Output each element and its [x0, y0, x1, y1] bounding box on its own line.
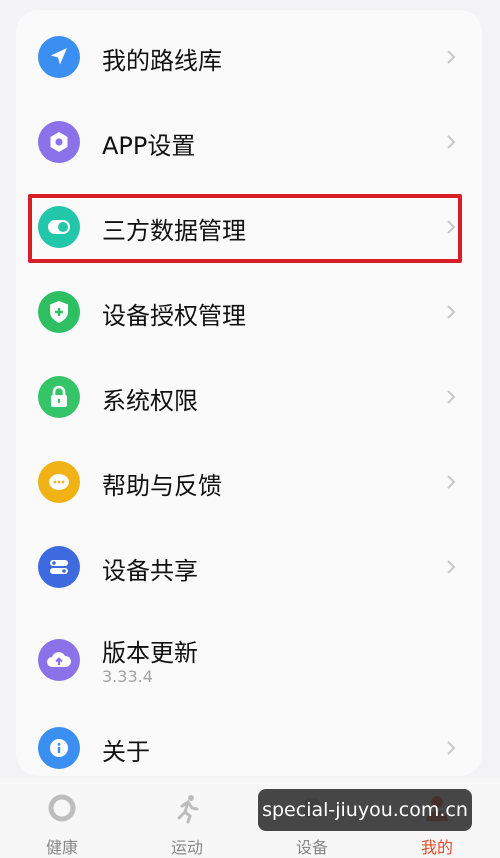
menu-item-label: 版本更新: [102, 639, 198, 667]
menu-item-device-authorization[interactable]: 设备授权管理: [16, 270, 482, 354]
chat-bubble-icon: [38, 461, 80, 503]
chevron-right-icon: [442, 388, 460, 406]
settings-menu-card: 我的路线库 APP设置 三方数据管理 设备授权管理 系统权限 帮助与反馈 设备共…: [16, 10, 482, 776]
chevron-right-icon: [442, 739, 460, 757]
info-icon: [38, 727, 80, 769]
tab-sport[interactable]: 运动: [137, 778, 237, 858]
chevron-right-icon: [442, 303, 460, 321]
share-toggle-icon: [38, 546, 80, 588]
menu-item-version-update[interactable]: 版本更新 3.33.4: [16, 615, 482, 705]
chevron-right-icon: [442, 133, 460, 151]
menu-item-label: 关于: [102, 738, 150, 766]
menu-item-device-sharing[interactable]: 设备共享: [16, 525, 482, 609]
tab-label: 运动: [170, 838, 203, 857]
watermark: special-jiuyou.com.cn: [258, 789, 472, 831]
tab-health[interactable]: 健康: [12, 778, 112, 858]
tab-label: 设备: [295, 838, 328, 857]
chevron-right-icon: [442, 473, 460, 491]
highlight-box: [28, 194, 462, 263]
gear-hexagon-icon: [38, 121, 80, 163]
menu-item-label: APP设置: [102, 132, 196, 160]
ring-icon: [46, 792, 78, 824]
menu-item-label: 帮助与反馈: [102, 472, 222, 500]
tab-label: 我的: [420, 838, 453, 857]
menu-item-label: 设备共享: [102, 557, 198, 585]
version-number: 3.33.4: [102, 667, 153, 686]
shield-plus-icon: [38, 291, 80, 333]
chevron-right-icon: [442, 48, 460, 66]
cloud-upload-icon: [38, 639, 80, 681]
tab-label: 健康: [45, 838, 78, 857]
menu-item-route-library[interactable]: 我的路线库: [16, 15, 482, 99]
menu-item-label: 设备授权管理: [102, 302, 246, 330]
chevron-right-icon: [442, 558, 460, 576]
lock-icon: [38, 376, 80, 418]
menu-item-app-settings[interactable]: APP设置: [16, 100, 482, 184]
menu-item-label: 我的路线库: [102, 47, 222, 75]
running-person-icon: [171, 792, 203, 824]
menu-item-label: 系统权限: [102, 387, 198, 415]
menu-item-help-feedback[interactable]: 帮助与反馈: [16, 440, 482, 524]
menu-item-system-permissions[interactable]: 系统权限: [16, 355, 482, 439]
navigation-arrow-icon: [38, 36, 80, 78]
